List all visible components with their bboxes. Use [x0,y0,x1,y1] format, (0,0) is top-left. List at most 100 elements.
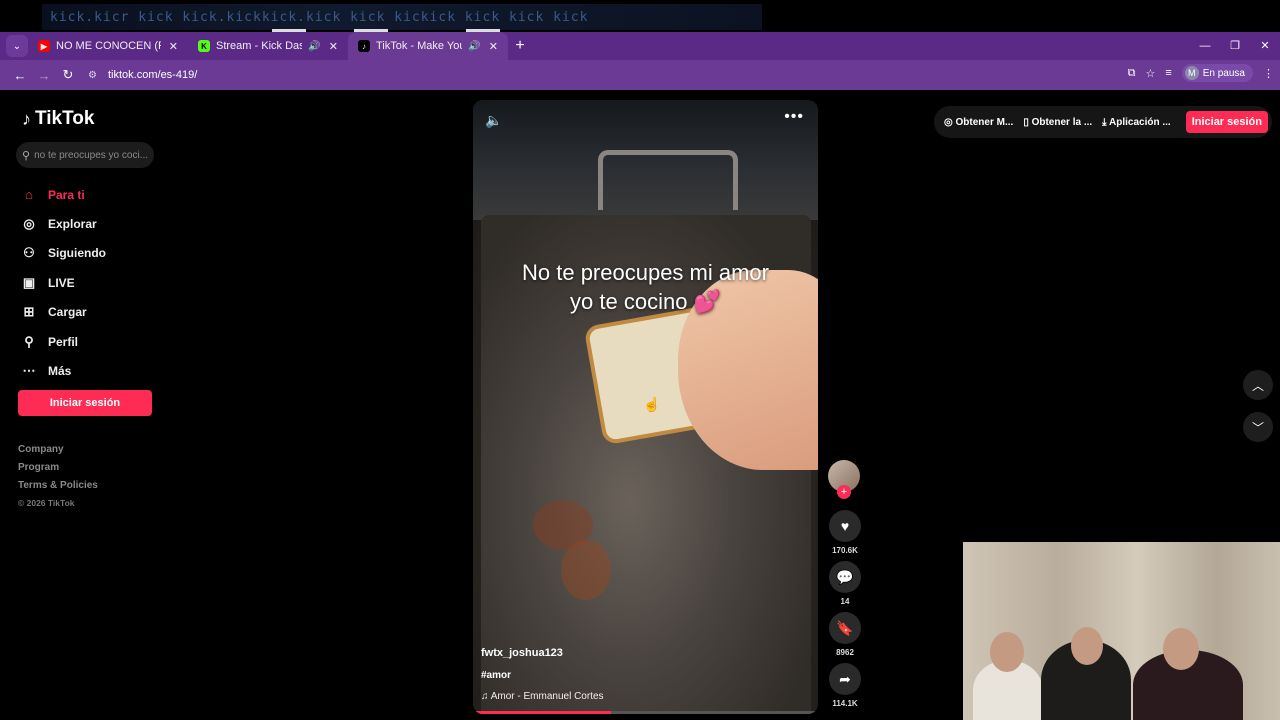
sidebar-item-label: Perfil [48,334,79,349]
following-icon: ⚇ [23,245,35,261]
bookmark-star-icon[interactable]: ☆ [1145,67,1155,80]
live-icon: ▣ [22,274,36,290]
sidebar-item-cargar[interactable]: ⊞ Cargar [20,298,106,327]
compass-icon: ◎ [23,216,35,232]
tab-search-button[interactable]: ⌄ [6,35,28,57]
forward-icon[interactable]: → [32,68,56,83]
sidebar-item-perfil[interactable]: ⚲ Perfil [20,327,106,356]
tiktok-logo[interactable]: ♪ TikTok [22,108,94,130]
search-placeholder: no te preocupes yo coci... [34,149,149,161]
heart-icon: ♥ [829,510,861,542]
video-scene-rust [561,540,611,600]
video-caption: No te preocupes mi amor yo te cocino 💕 [473,258,818,316]
get-app-label: Obtener la ... [1031,116,1093,128]
webcam-person-head [1071,627,1103,665]
follow-plus-icon[interactable]: + [837,485,851,499]
tab-title: NO ME CONOCEN (REMIX) - Ba [56,40,161,52]
footer-links: Company Program Terms & Policies © 2026 … [18,444,98,516]
search-input[interactable]: ⚲ no te preocupes yo coci... [16,142,154,168]
bookmark-icon: 🔖 [829,612,861,644]
media-control-icon[interactable]: ≡ [1165,67,1171,79]
video-hashtag[interactable]: #amor [481,670,511,681]
tab-youtube[interactable]: ▶ NO ME CONOCEN (REMIX) - Ba ✕ [28,32,188,60]
profile-icon: ⚲ [24,333,34,349]
pointer-cursor-icon: ☝ [643,396,661,412]
video-music[interactable]: ♫ Amor - Emmanuel Cortes [481,691,604,702]
install-app-icon[interactable]: ⧉ [1128,67,1136,80]
sidebar-item-siguiendo[interactable]: ⚇ Siguiendo [20,239,106,268]
phone-icon: ▯ [1023,116,1032,128]
share-action[interactable]: ➦ 114.1K [828,663,862,708]
top-right-actions: ◎ Obtener M... ▯ Obtener la ... ⤓ Aplica… [934,106,1272,138]
close-tab-icon[interactable]: ✕ [169,40,178,53]
comment-icon: 💬 [829,561,861,593]
creator-avatar[interactable]: + [828,460,860,500]
audio-icon[interactable]: 🔊 [308,41,320,52]
tab-title: Stream - Kick Dashboard [216,40,303,52]
back-icon[interactable]: ← [8,68,32,83]
video-scene-handle [598,150,738,210]
like-count: 170.6K [832,546,858,555]
sidebar-item-label: Cargar [48,305,87,320]
chevron-up-icon[interactable]: ︿ [1243,370,1273,400]
desktop-app-label: Aplicación ... [1109,116,1171,128]
get-app-button[interactable]: ▯ Obtener la ... [1023,117,1092,128]
video-username[interactable]: fwtx_joshua123 [481,647,563,659]
desktop-app-button[interactable]: ⤓ Aplicación ... [1102,117,1171,128]
close-tab-icon[interactable]: ✕ [329,40,338,53]
sidebar-item-live[interactable]: ▣ LIVE [20,268,106,297]
comment-count: 14 [840,597,850,606]
volume-icon[interactable]: 🔈 [485,112,502,129]
upload-icon: ⊞ [23,304,35,320]
more-options-icon[interactable]: ••• [784,108,804,126]
download-icon: ⤓ [1102,116,1109,128]
comment-action[interactable]: 💬 14 [828,561,862,606]
reload-icon[interactable]: ↻ [56,67,80,83]
minimize-icon[interactable]: — [1190,32,1220,60]
sidebar-item-mas[interactable]: ⋯ Más [20,356,106,385]
sidebar-item-label: Más [48,364,72,379]
tab-tiktok[interactable]: ♪ TikTok - Make Your Day 🔊 ✕ [348,32,508,60]
tiktok-note-icon: ♪ [22,108,31,129]
tab-kick[interactable]: K Stream - Kick Dashboard 🔊 ✕ [188,32,348,60]
stream-overlay: kick.kicr kick kick.kickkick.kick kick k… [0,0,1280,32]
video-player[interactable]: No te preocupes mi amor yo te cocino 💕 🔈… [473,100,818,714]
browser-tab-bar: ⌄ ▶ NO ME CONOCEN (REMIX) - Ba ✕ K Strea… [0,32,1280,60]
copyright: © 2026 TikTok [18,498,75,508]
video-progress-bar[interactable] [473,711,818,714]
new-tab-button[interactable]: + [508,37,532,55]
sidebar-item-label: LIVE [48,275,75,290]
tab-title: TikTok - Make Your Day [376,40,462,52]
browser-address-bar: ← → ↻ ⚙ tiktok.com/es-419/ ⧉ ☆ ≡ M En pa… [0,60,1280,90]
search-icon: ⚲ [22,149,31,162]
browser-menu-icon[interactable]: ⋮ [1263,67,1274,80]
logo-text: TikTok [35,108,95,129]
video-progress-fill [473,711,611,714]
audio-icon[interactable]: 🔊 [468,41,480,52]
footer-link-program[interactable]: Program [18,462,98,480]
sidebar-item-explorar[interactable]: ◎ Explorar [20,209,106,238]
sidebar-nav: ⌂ Para ti ◎ Explorar ⚇ Siguiendo ▣ LIVE … [20,180,107,386]
like-action[interactable]: ♥ 170.6K [828,510,862,555]
chevron-down-icon[interactable]: ﹀ [1243,412,1273,442]
site-info-icon[interactable]: ⚙ [88,70,102,81]
header-login-button[interactable]: Iniciar sesión [1185,111,1268,133]
url-field[interactable]: ⚙ tiktok.com/es-419/ [88,64,1188,86]
sidebar-login-button[interactable]: Iniciar sesión [18,390,152,416]
footer-link-company[interactable]: Company [18,444,98,462]
close-tab-icon[interactable]: ✕ [489,40,498,53]
footer-link-terms[interactable]: Terms & Policies [18,480,98,498]
get-coins-button[interactable]: ◎ Obtener M... [944,117,1013,128]
share-count: 114.1K [832,699,858,708]
save-action[interactable]: 🔖 8962 [828,612,862,657]
profile-button[interactable]: M En pausa [1181,64,1253,82]
save-count: 8962 [836,648,854,657]
sidebar-item-para-ti[interactable]: ⌂ Para ti [20,180,106,209]
restore-icon[interactable]: ❐ [1220,32,1250,60]
sidebar-item-label: Siguiendo [48,246,106,261]
youtube-icon: ▶ [38,40,50,52]
kick-icon: K [198,40,210,52]
close-window-icon[interactable]: ✕ [1250,32,1280,60]
caption-line-1: No te preocupes mi amor [522,260,769,285]
share-icon: ➦ [829,663,861,695]
